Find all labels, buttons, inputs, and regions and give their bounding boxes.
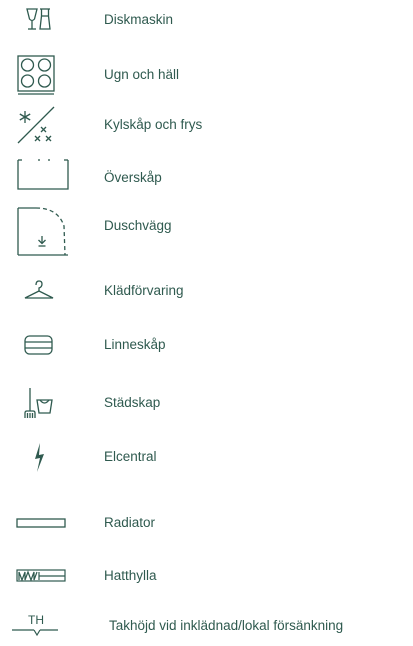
- hanger-icon: [8, 271, 72, 311]
- legend-item-hat-shelf: Hatthylla: [0, 556, 413, 596]
- linen-cabinet-icon: [8, 325, 72, 365]
- legend-label: Radiator: [104, 515, 156, 530]
- stove-oven-icon: [8, 53, 72, 97]
- legend-label: Ugn och häll: [104, 67, 180, 82]
- legend-item-fridge-freezer: Kylskåp och frys: [0, 105, 413, 145]
- cleaning-cupboard-icon: [8, 383, 72, 423]
- legend-label: Kylskåp och frys: [104, 117, 203, 132]
- legend-label: Överskåp: [104, 170, 162, 185]
- legend-item-stove: Ugn och häll: [0, 53, 413, 97]
- legend-label: Takhöjd vid inklädnad/lokal försänkning: [109, 618, 344, 633]
- legend-item-upper-cabinet: Överskåp: [0, 158, 413, 198]
- legend-label: Elcentral: [104, 449, 157, 464]
- legend-label: Diskmaskin: [104, 12, 174, 27]
- legend-item-shower-wall: Duschvägg: [0, 206, 413, 256]
- radiator-icon: [8, 503, 72, 543]
- legend-label: Städskap: [104, 395, 161, 410]
- fridge-freezer-icon: [8, 105, 72, 145]
- ceiling-height-icon-text: TH: [28, 613, 44, 627]
- shower-wall-icon: [8, 206, 72, 256]
- legend-label: Klädförvaring: [104, 283, 184, 298]
- legend: Diskmaskin Ugn och häll Kylskåp och frys…: [0, 0, 413, 642]
- legend-item-electric-panel: Elcentral: [0, 437, 413, 477]
- hat-shelf-icon: [8, 556, 72, 596]
- legend-item-dishwasher: Diskmaskin: [0, 0, 413, 40]
- upper-cabinet-icon: [8, 158, 72, 198]
- legend-item-linen: Linneskåp: [0, 325, 413, 365]
- legend-item-radiator: Radiator: [0, 503, 413, 543]
- ceiling-height-icon: TH: [8, 606, 72, 642]
- dishwasher-icon: [8, 0, 72, 40]
- legend-label: Linneskåp: [104, 337, 166, 352]
- legend-item-cleaning: Städskap: [0, 383, 413, 423]
- legend-item-hanger: Klädförvaring: [0, 271, 413, 311]
- legend-label: Duschvägg: [104, 218, 172, 233]
- legend-item-ceiling-height: TH Takhöjd vid inklädnad/lokal försänkni…: [0, 606, 413, 642]
- electric-panel-icon: [8, 437, 72, 477]
- legend-label: Hatthylla: [104, 568, 157, 583]
